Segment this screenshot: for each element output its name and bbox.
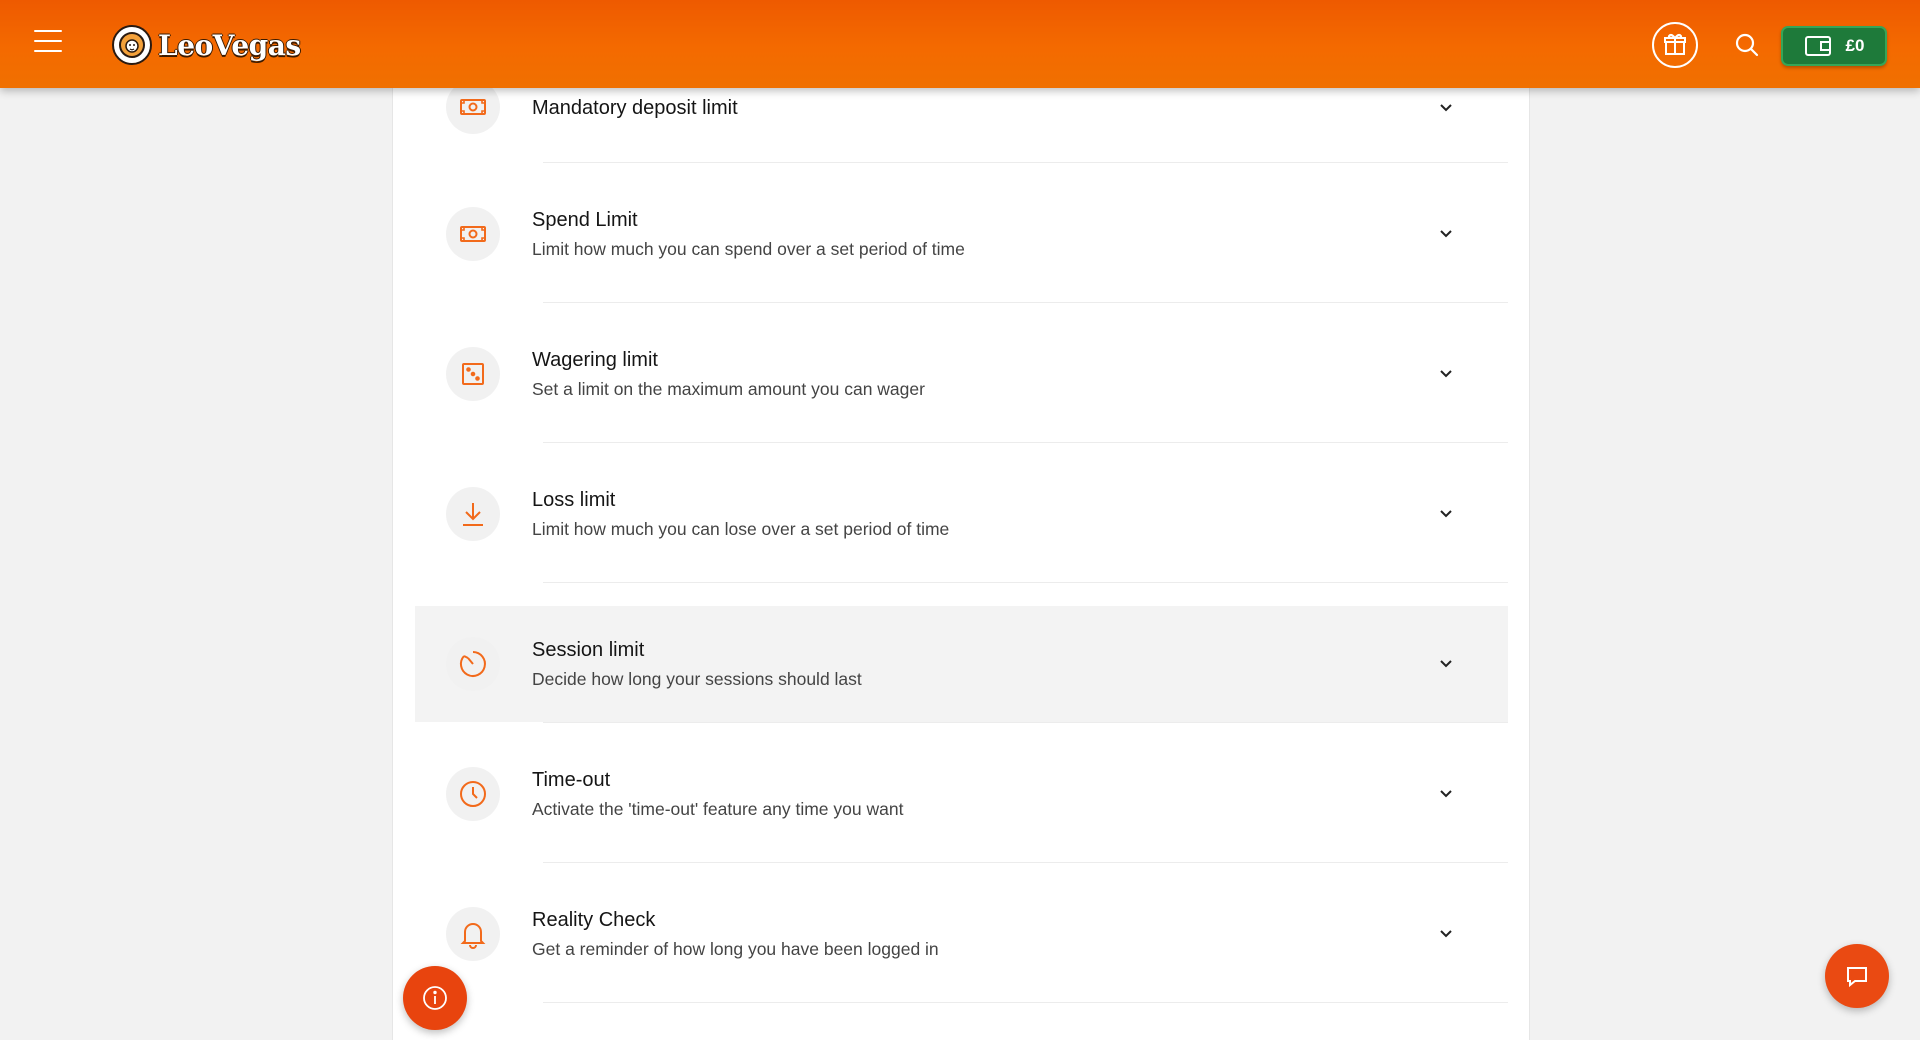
wallet-icon [1804, 36, 1831, 56]
limit-subtitle: Set a limit on the maximum amount you ca… [532, 379, 925, 399]
row-divider [543, 162, 1508, 163]
chevron-down-icon[interactable] [1437, 925, 1455, 943]
chevron-down-icon[interactable] [1437, 365, 1455, 383]
money-icon [446, 80, 500, 134]
row-divider [543, 582, 1508, 583]
money-icon [446, 207, 500, 261]
info-button[interactable] [403, 966, 467, 1030]
limit-title: Session limit [532, 639, 645, 661]
chevron-down-icon[interactable] [1437, 505, 1455, 523]
chat-icon [1847, 967, 1867, 988]
row-divider [543, 722, 1508, 723]
wallet-balance: £0 [1845, 36, 1865, 55]
lion-logo-icon [112, 25, 152, 65]
limit-title: Wagering limit [532, 349, 658, 371]
limit-row-reality-check[interactable]: Reality Check Get a reminder of how long… [415, 900, 1508, 990]
limit-subtitle: Limit how much you can spend over a set … [532, 239, 965, 259]
limit-subtitle: Decide how long your sessions should las… [532, 669, 862, 689]
chevron-down-icon[interactable] [1437, 99, 1455, 117]
timer-icon [446, 637, 500, 691]
limit-title: Spend Limit [532, 209, 638, 231]
wallet-button[interactable]: £0 [1781, 26, 1887, 66]
search-button[interactable] [1733, 31, 1761, 59]
download-arrow-icon [446, 487, 500, 541]
row-divider [543, 302, 1508, 303]
menu-icon[interactable] [34, 30, 62, 54]
limit-subtitle: Get a reminder of how long you have been… [532, 939, 939, 959]
chevron-down-icon[interactable] [1437, 655, 1455, 673]
limit-title: Loss limit [532, 489, 616, 511]
search-icon [1735, 33, 1759, 57]
brand-name: LeoVegas [158, 28, 301, 62]
limits-panel: Mandatory deposit limit Spend Limit Limi… [392, 80, 1530, 1040]
gift-icon [1664, 33, 1686, 55]
clock-icon [446, 767, 500, 821]
row-divider [543, 1002, 1508, 1003]
chevron-down-icon[interactable] [1437, 785, 1455, 803]
top-header: LeoVegas £0 [0, 0, 1920, 88]
gift-button[interactable] [1652, 22, 1698, 68]
brand-logo[interactable]: LeoVegas [112, 24, 301, 66]
row-divider [543, 442, 1508, 443]
limit-title: Reality Check [532, 909, 656, 931]
bell-icon [446, 907, 500, 961]
limit-row-spend[interactable]: Spend Limit Limit how much you can spend… [415, 200, 1508, 290]
limit-subtitle: Limit how much you can lose over a set p… [532, 519, 950, 539]
limit-row-mandatory-deposit[interactable]: Mandatory deposit limit [415, 80, 1508, 160]
info-icon [423, 986, 447, 1010]
limit-title: Mandatory deposit limit [532, 97, 738, 119]
limit-title: Time-out [532, 769, 611, 791]
dice-icon [446, 347, 500, 401]
limit-row-wagering[interactable]: Wagering limit Set a limit on the maximu… [415, 340, 1508, 430]
chevron-down-icon[interactable] [1437, 225, 1455, 243]
chat-button[interactable] [1825, 944, 1889, 1008]
limit-row-time-out[interactable]: Time-out Activate the 'time-out' feature… [415, 760, 1508, 850]
limit-row-loss[interactable]: Loss limit Limit how much you can lose o… [415, 480, 1508, 570]
row-divider [543, 862, 1508, 863]
limit-row-session[interactable]: Session limit Decide how long your sessi… [415, 606, 1508, 722]
limit-subtitle: Activate the 'time-out' feature any time… [532, 799, 904, 819]
